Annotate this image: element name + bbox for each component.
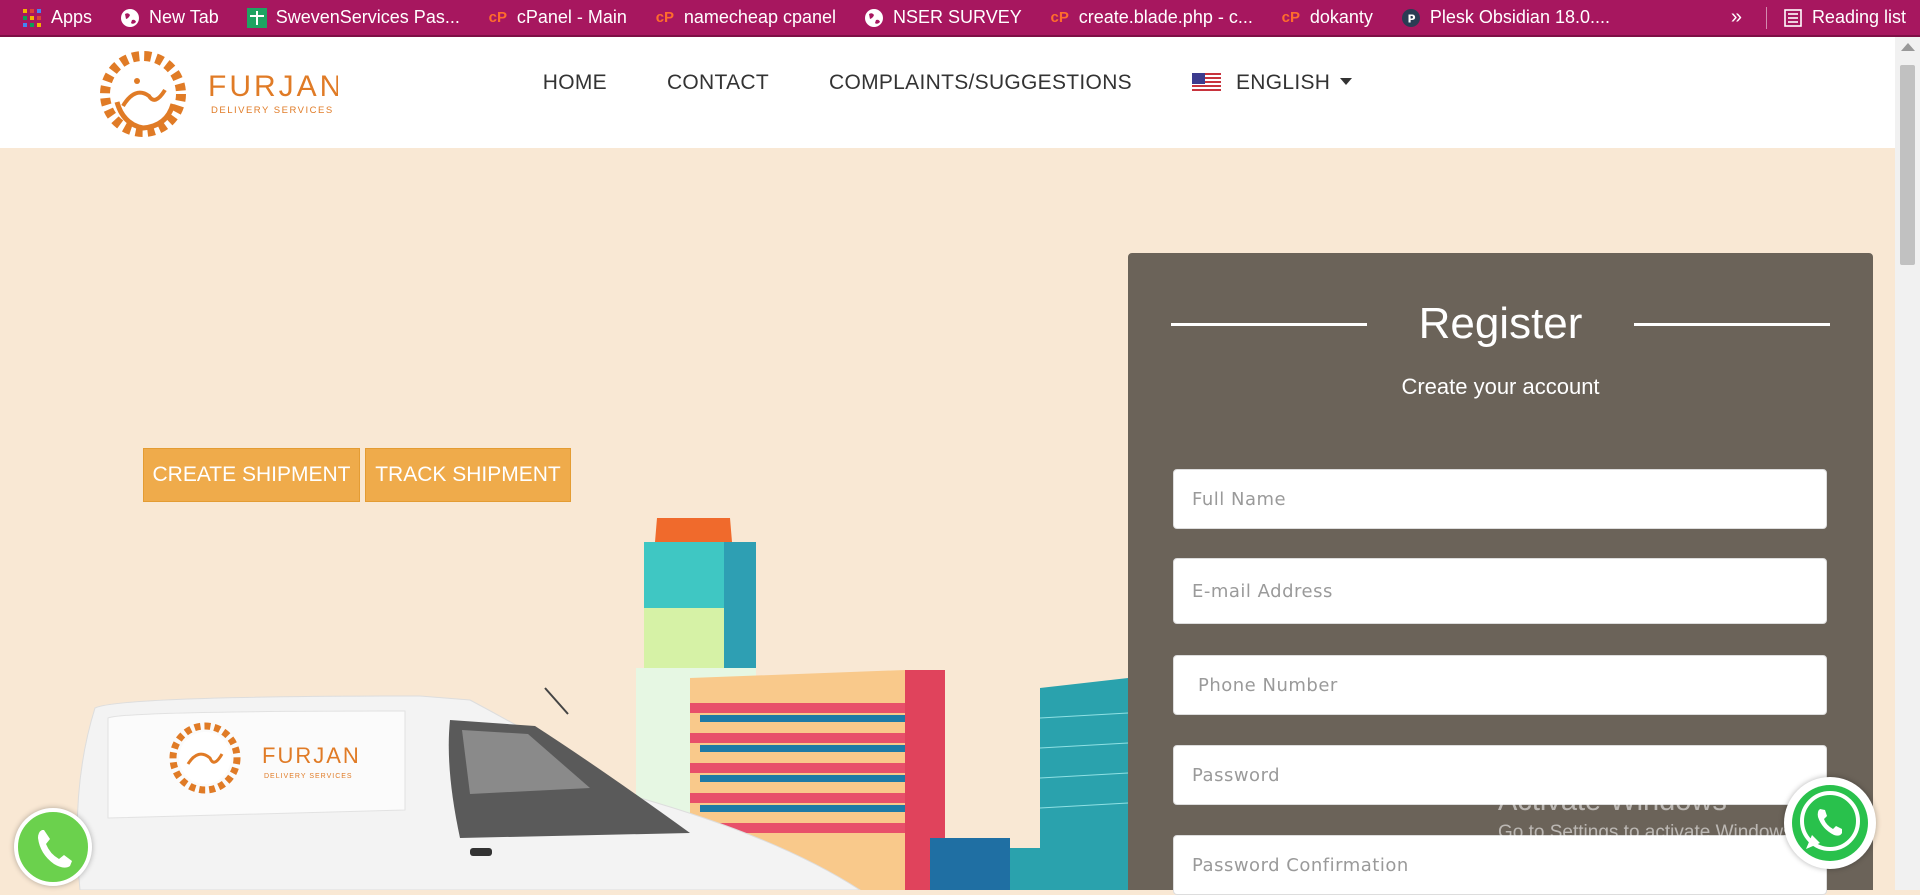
phone-icon bbox=[38, 830, 72, 868]
bookmark-label: dokanty bbox=[1309, 7, 1373, 27]
bookmark-apps[interactable]: Apps bbox=[0, 0, 106, 36]
scroll-up-arrow-icon[interactable] bbox=[1901, 43, 1915, 51]
watermark-line1: Activate Windows bbox=[1498, 785, 1727, 817]
site-header: FURJAN DELIVERY SERVICES HOME CONTACT CO… bbox=[0, 37, 1895, 148]
page-scrollbar[interactable] bbox=[1895, 37, 1920, 890]
register-subtitle: Create your account bbox=[1401, 374, 1600, 399]
cpanel-icon: cP bbox=[1050, 9, 1069, 26]
full-name-field[interactable] bbox=[1173, 469, 1827, 529]
bookmark-label: NSER SURVEY bbox=[893, 7, 1022, 27]
plesk-icon: P bbox=[1401, 8, 1421, 28]
register-title-row: Register bbox=[1128, 299, 1873, 349]
bookmark-plesk[interactable]: P Plesk Obsidian 18.0.... bbox=[1387, 0, 1624, 36]
reading-list-icon bbox=[1783, 8, 1803, 28]
nav-home[interactable]: HOME bbox=[543, 71, 607, 95]
bookmark-new-tab[interactable]: New Tab bbox=[106, 0, 233, 36]
windows-activation-watermark: Activate Windows Go to Settings to activ… bbox=[1498, 785, 1798, 844]
bookmark-swevenservices[interactable]: SwevenServices Pas... bbox=[233, 0, 474, 36]
bookmark-label: Apps bbox=[51, 7, 93, 27]
nav-complaints[interactable]: COMPLAINTS/SUGGESTIONS bbox=[829, 71, 1132, 95]
us-flag-icon bbox=[1191, 73, 1221, 93]
password-confirmation-input[interactable] bbox=[1190, 853, 1810, 877]
globe-icon bbox=[120, 8, 140, 28]
watermark-line2: Go to Settings to activate Windows. bbox=[1498, 822, 1798, 843]
password-confirmation-field[interactable] bbox=[1173, 835, 1827, 895]
phone-field[interactable] bbox=[1173, 655, 1827, 715]
van-logo-title: FURJAN bbox=[262, 743, 361, 768]
bookmark-dokanty[interactable]: cP dokanty bbox=[1267, 0, 1387, 36]
apps-grid-icon bbox=[22, 8, 42, 28]
title-line-left bbox=[1170, 322, 1367, 326]
globe-icon bbox=[864, 8, 884, 28]
bookmarks-divider bbox=[1765, 6, 1767, 29]
bookmark-cpanel-main[interactable]: cP cPanel - Main bbox=[474, 0, 641, 36]
title-line-right bbox=[1634, 322, 1831, 326]
bookmark-nser-survey[interactable]: NSER SURVEY bbox=[850, 0, 1036, 36]
green-plus-icon bbox=[246, 7, 267, 28]
main-nav: HOME CONTACT COMPLAINTS/SUGGESTIONS ENGL… bbox=[0, 71, 1895, 95]
bookmark-create-blade[interactable]: cP create.blade.php - c... bbox=[1036, 0, 1267, 36]
track-shipment-button[interactable]: TRACK SHIPMENT bbox=[365, 448, 571, 502]
password-input[interactable] bbox=[1190, 763, 1810, 787]
reading-list-label: Reading list bbox=[1811, 7, 1906, 27]
reading-list-button[interactable]: Reading list bbox=[1777, 0, 1920, 36]
svg-text:P: P bbox=[1407, 12, 1415, 25]
van-logo-subtitle: DELIVERY SERVICES bbox=[264, 773, 353, 780]
bookmark-namecheap-cpanel[interactable]: cP namecheap cpanel bbox=[641, 0, 850, 36]
bookmarks-bar: Apps New Tab SwevenServices Pas... cP cP… bbox=[0, 0, 1920, 37]
full-name-input[interactable] bbox=[1190, 487, 1810, 511]
whatsapp-icon bbox=[1792, 785, 1868, 861]
bookmark-label: namecheap cpanel bbox=[683, 7, 837, 27]
bookmark-label: Plesk Obsidian 18.0.... bbox=[1429, 7, 1610, 27]
bookmark-label: create.blade.php - c... bbox=[1078, 7, 1253, 27]
language-dropdown[interactable]: ENGLISH bbox=[1191, 71, 1353, 95]
email-input[interactable] bbox=[1190, 579, 1810, 603]
bookmark-label: SwevenServices Pas... bbox=[275, 7, 460, 27]
scrollbar-thumb[interactable] bbox=[1900, 65, 1915, 265]
bookmark-label: New Tab bbox=[149, 7, 219, 27]
create-shipment-button[interactable]: CREATE SHIPMENT bbox=[143, 448, 360, 502]
cpanel-icon: cP bbox=[488, 9, 507, 26]
bookmark-label: cPanel - Main bbox=[516, 7, 627, 27]
email-field[interactable] bbox=[1173, 558, 1827, 624]
register-title: Register bbox=[1418, 299, 1583, 348]
phone-input[interactable] bbox=[1196, 673, 1810, 697]
nav-contact[interactable]: CONTACT bbox=[667, 71, 769, 95]
language-label: ENGLISH bbox=[1235, 71, 1331, 94]
cpanel-icon: cP bbox=[1281, 9, 1301, 26]
caret-down-icon bbox=[1340, 77, 1353, 85]
bookmarks-overflow-button[interactable]: » bbox=[1717, 6, 1756, 29]
cpanel-icon: cP bbox=[655, 9, 675, 26]
call-button[interactable] bbox=[14, 808, 92, 886]
logo-subtitle: DELIVERY SERVICES bbox=[211, 105, 334, 116]
whatsapp-button[interactable] bbox=[1784, 777, 1876, 869]
